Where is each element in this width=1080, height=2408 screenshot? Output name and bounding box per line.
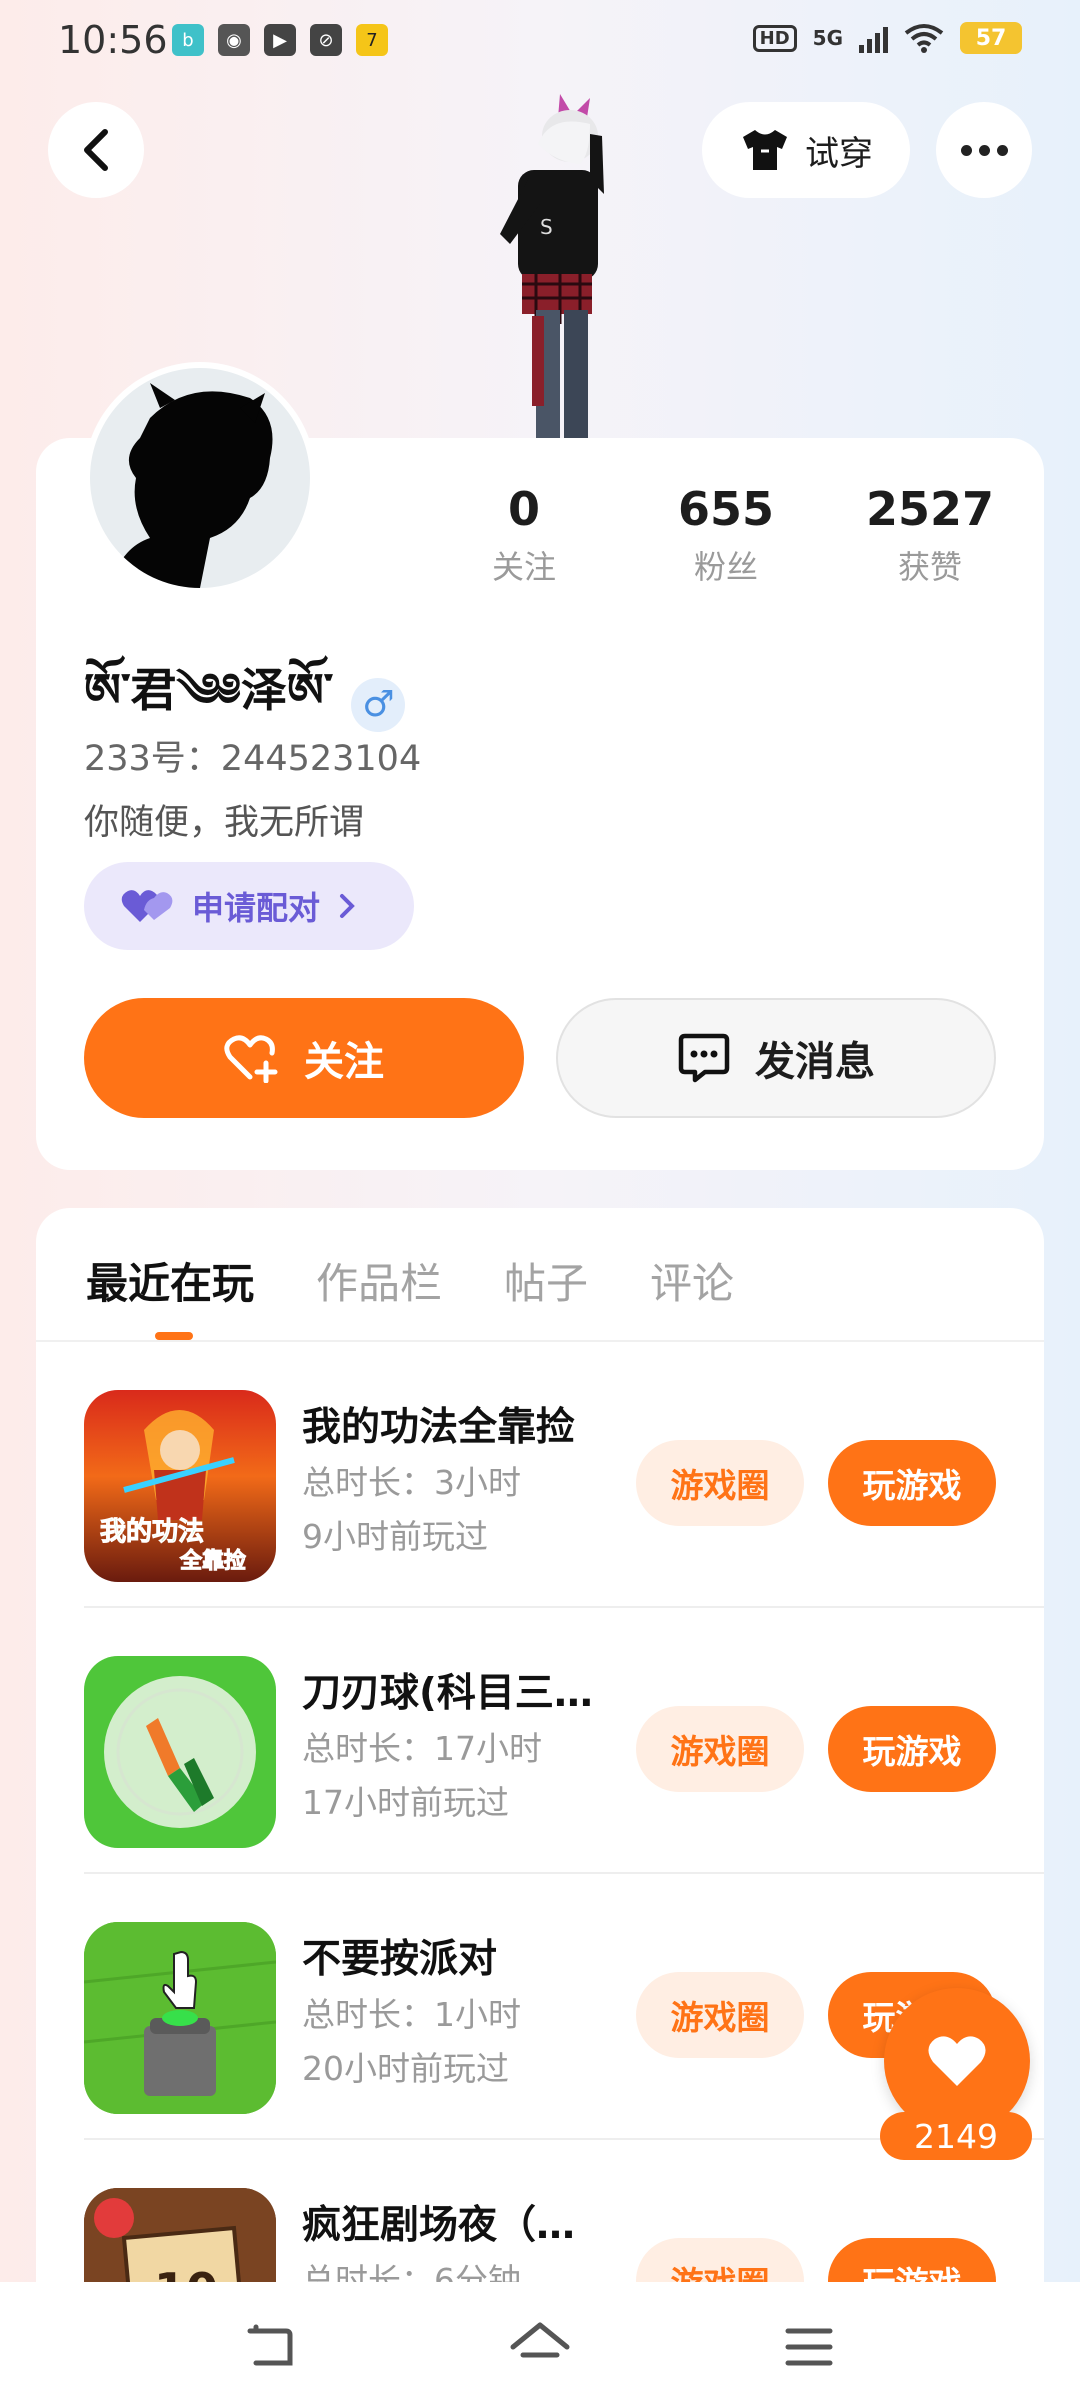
system-status: HD 5G 57 [752, 22, 1022, 54]
profile-tabs: 最近在玩 作品栏 帖子 评论 [86, 1250, 734, 1311]
double-heart-icon [121, 890, 173, 922]
game-circle-button[interactable]: 游戏圈 [636, 1972, 804, 2058]
try-on-label: 试穿 [805, 133, 873, 174]
game-title: 刀刃球(科目三… [302, 1671, 593, 1716]
try-on-button[interactable]: 试穿 [702, 102, 910, 198]
game-row[interactable]: 我的功法 全靠捡 我的功法全靠捡 总时长：3小时 9小时前玩过 游戏圈 玩游戏 [84, 1342, 1044, 1608]
game-circle-button[interactable]: 游戏圈 [636, 1706, 804, 1792]
more-dot [978, 144, 990, 156]
wechat-icon: ◉ [218, 24, 250, 56]
stat-label: 粉丝 [693, 548, 758, 586]
game-title: 我的功法全靠捡 [302, 1405, 576, 1450]
send-message-label: 发消息 [755, 1039, 875, 1085]
request-pair-label: 申请配对 [192, 889, 321, 927]
nav-back-button[interactable] [236, 2312, 306, 2382]
follow-label: 关注 [304, 1039, 384, 1085]
tshirt-icon [743, 130, 787, 170]
game-row[interactable]: 刀刃球(科目三… 总时长：17小时 17小时前玩过 游戏圈 玩游戏 [84, 1608, 1044, 1874]
link-app-icon: ⊘ [310, 24, 342, 56]
game-duration: 总时长：17小时 [302, 1729, 542, 1768]
tab-recently-played[interactable]: 最近在玩 [86, 1250, 254, 1311]
heart-icon [928, 2036, 986, 2086]
more-dot [996, 144, 1008, 156]
home-icon [510, 2322, 570, 2358]
thumb-logo-text: 我的功法 [100, 1516, 204, 1547]
play-game-button[interactable]: 玩游戏 [828, 1706, 996, 1792]
user-id[interactable]: 233号：244523104 [84, 730, 421, 781]
chevron-right-icon [340, 894, 355, 918]
game-title: 疯狂剧场夜（… [302, 2203, 576, 2248]
stat-value: 0 [507, 482, 540, 536]
user-bio: 你随便，我无所谓 [84, 803, 365, 843]
menu-icon [785, 2328, 833, 2366]
game-duration: 总时长：1小时 [302, 1995, 521, 2034]
avatar[interactable] [84, 362, 316, 594]
signal-icon [859, 23, 888, 53]
nav-home-button[interactable] [505, 2312, 575, 2382]
avatar-silhouette-icon [110, 383, 273, 588]
stat-likes[interactable]: 2527 获赞 [830, 482, 1030, 588]
video-app-icon: ▶ [264, 24, 296, 56]
nav-menu-button[interactable] [774, 2312, 844, 2382]
game-thumbnail [84, 1922, 276, 2114]
stat-following[interactable]: 0 关注 [424, 482, 624, 588]
request-pair-button[interactable]: 申请配对 [84, 862, 414, 950]
stat-followers[interactable]: 655 粉丝 [626, 482, 826, 588]
follow-button[interactable]: 关注 [84, 998, 524, 1118]
avatar-image [90, 368, 310, 588]
stat-label: 关注 [491, 548, 556, 586]
male-gender-icon: ♂ [351, 677, 406, 732]
like-count: 2149 [880, 2112, 1032, 2160]
game-last-played: 9小时前玩过 [302, 1517, 488, 1556]
back-arrow-icon [247, 2324, 293, 2366]
tab-posts[interactable]: 帖子 [504, 1250, 588, 1311]
game-last-played: 17小时前玩过 [302, 1783, 509, 1822]
back-button[interactable] [48, 102, 144, 198]
notification-icons: b ◉ ▶ ⊘ 7 [172, 24, 388, 56]
game-thumbnail: 我的功法 全靠捡 [84, 1390, 276, 1582]
status-bar: 10:56 b ◉ ▶ ⊘ 7 HD 5G 57 [0, 0, 1080, 90]
game-thumbnail [84, 1656, 276, 1848]
more-options-button[interactable] [936, 102, 1032, 198]
game-circle-button[interactable]: 游戏圈 [636, 1440, 804, 1526]
send-message-button[interactable]: 发消息 [556, 998, 996, 1118]
stat-label: 获赞 [897, 548, 962, 586]
stat-value: 655 [677, 482, 775, 536]
system-nav-bar [0, 2282, 1080, 2408]
hd-icon: HD [752, 24, 797, 52]
chevron-left-icon [84, 129, 108, 171]
chat-bubble-icon [678, 1033, 730, 1083]
active-tab-indicator [155, 1332, 193, 1340]
app-notification-icon: b [172, 24, 204, 56]
tab-comments[interactable]: 评论 [650, 1250, 734, 1311]
game-app-icon: 7 [356, 24, 388, 56]
stat-value: 2527 [865, 482, 995, 536]
svg-text:全靠捡: 全靠捡 [179, 1548, 246, 1574]
game-title: 不要按派对 [302, 1937, 498, 1982]
clock: 10:56 [58, 18, 168, 62]
tab-works[interactable]: 作品栏 [316, 1250, 442, 1311]
svg-text:S: S [540, 215, 553, 239]
game-duration: 总时长：3小时 [302, 1463, 521, 1502]
battery-icon: 57 [960, 22, 1022, 54]
play-game-button[interactable]: 玩游戏 [828, 1440, 996, 1526]
network-label: 5G [812, 26, 843, 50]
game-last-played: 20小时前玩过 [302, 2049, 509, 2088]
avatar-3d-figure[interactable]: S [440, 84, 640, 440]
wifi-icon [904, 24, 944, 53]
more-dot [960, 144, 972, 156]
heart-plus-icon [224, 1035, 278, 1083]
